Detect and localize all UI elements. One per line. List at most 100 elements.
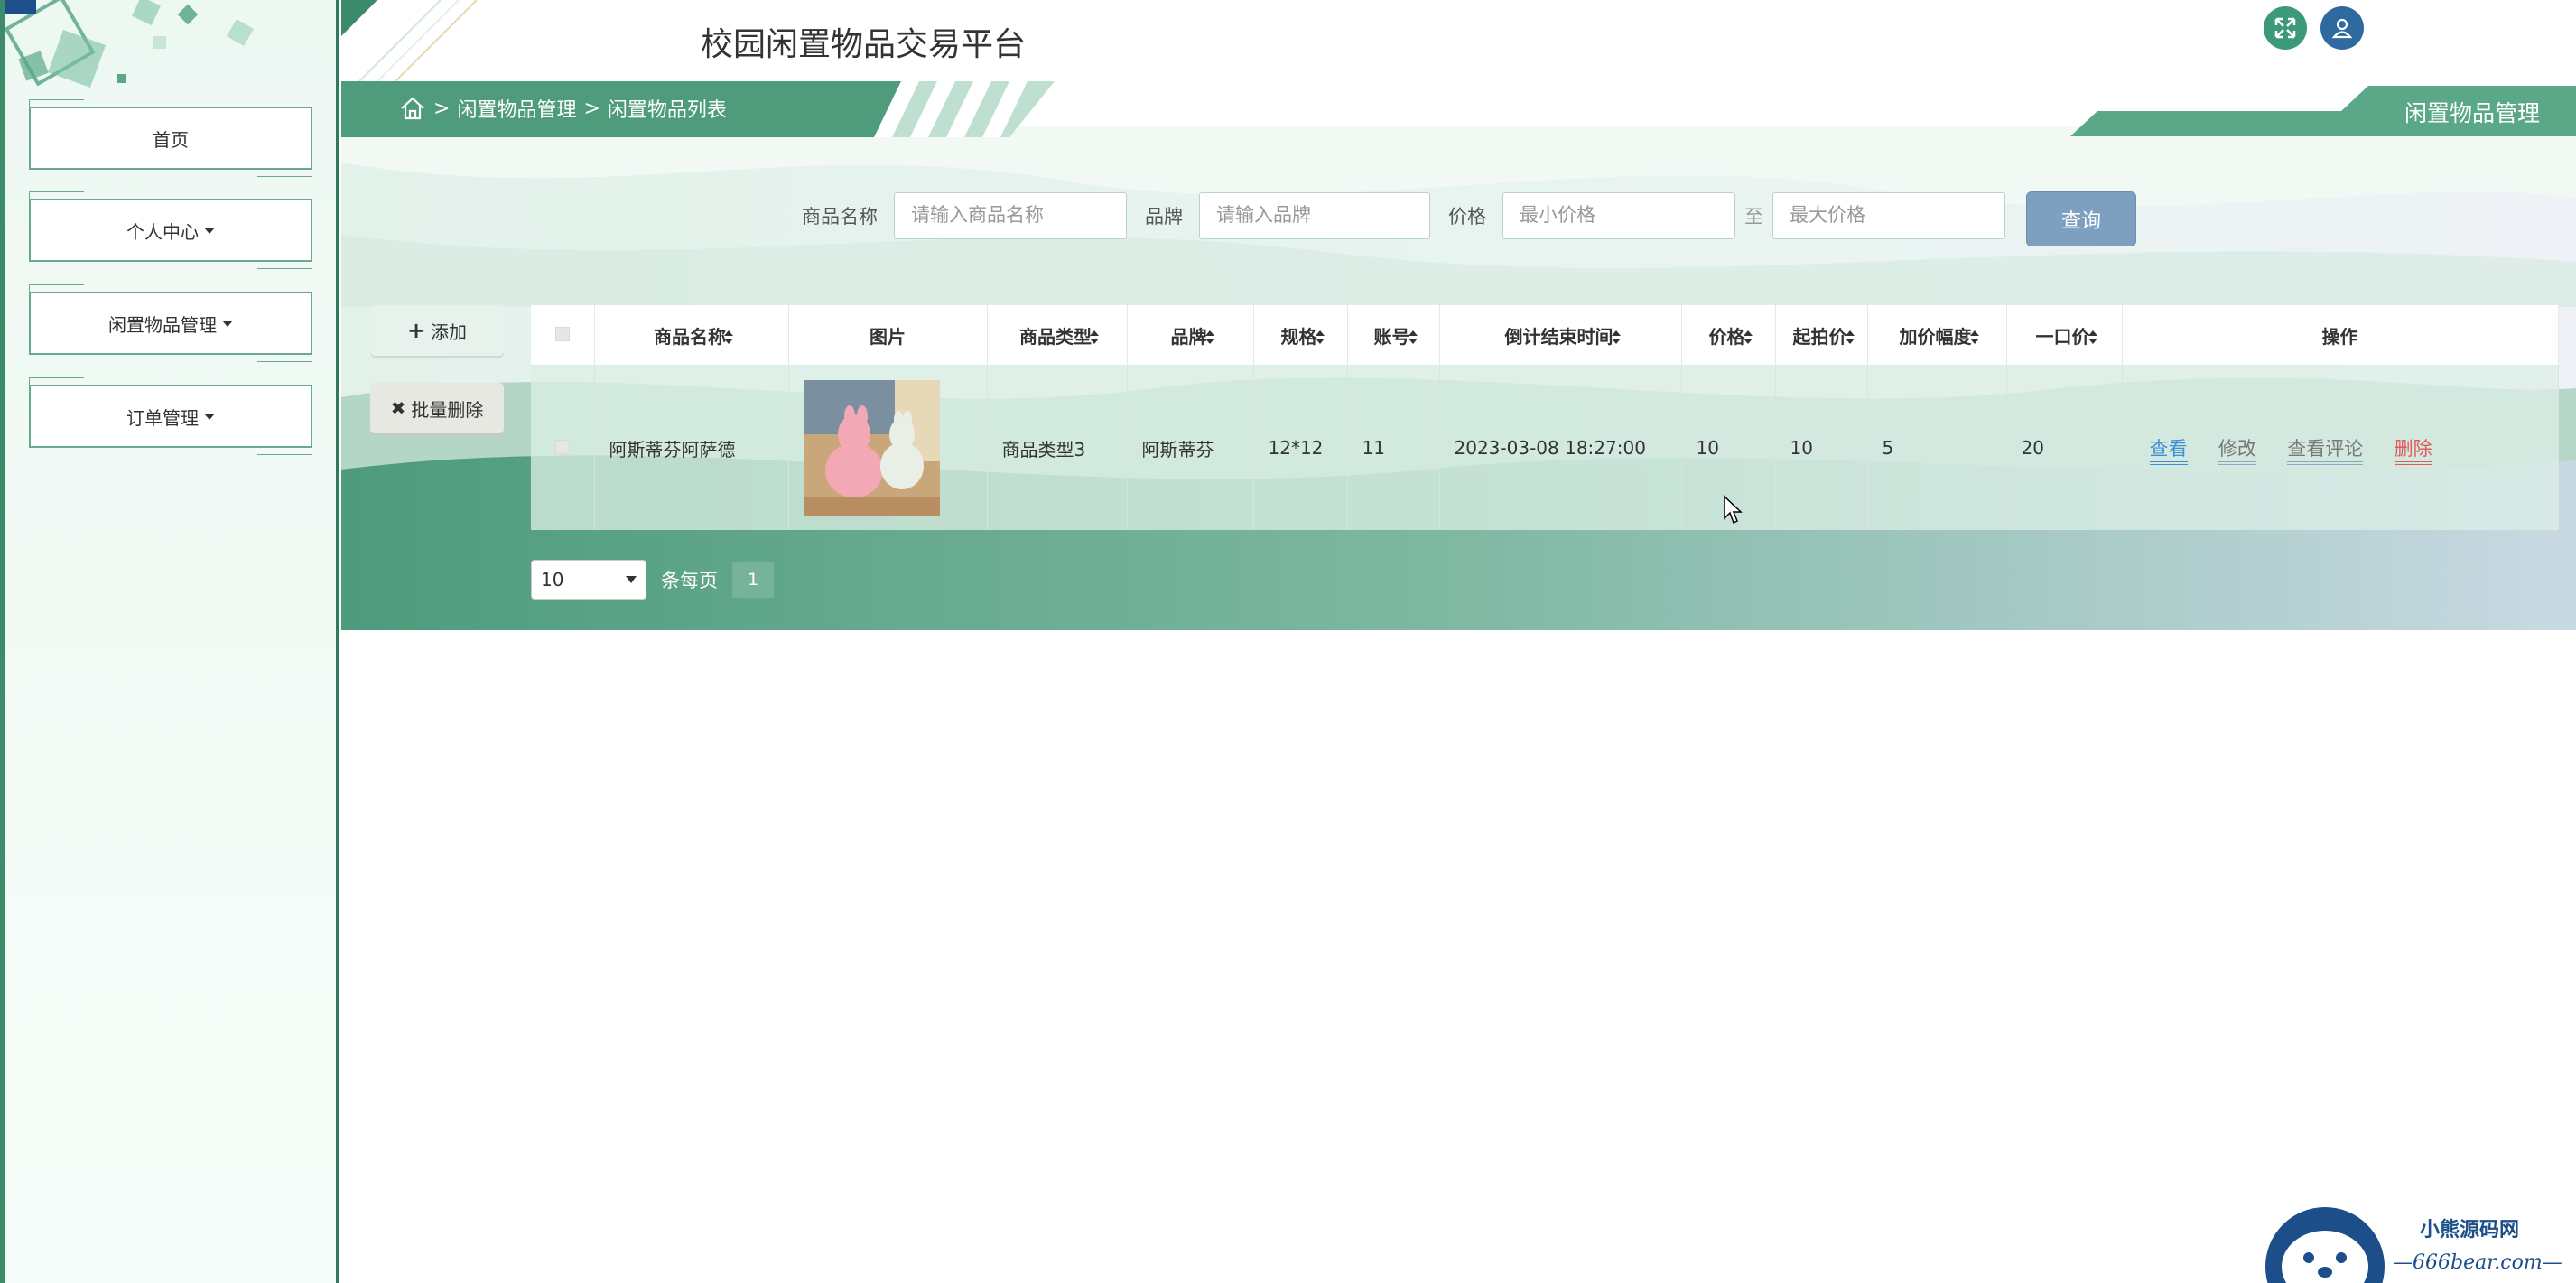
cell-image — [788, 365, 988, 530]
sidebar-item-label: 订单管理 — [126, 406, 199, 429]
delete-link[interactable]: 删除 — [2394, 438, 2432, 465]
brand-label: 品牌 — [1145, 206, 1183, 228]
col-header-account[interactable]: 账号 — [1347, 305, 1440, 366]
col-header-image: 图片 — [788, 305, 988, 366]
col-header-actions: 操作 — [2122, 305, 2559, 366]
user-icon — [2331, 18, 2353, 39]
header-label: 倒计结束时间 — [1504, 325, 1613, 348]
section-tab: 闲置物品管理 — [2404, 100, 2540, 126]
cell-account: 11 — [1347, 365, 1440, 530]
query-button[interactable]: 查询 — [2026, 191, 2136, 246]
plus-icon: + — [406, 318, 426, 343]
cell-start-price: 10 — [1775, 365, 1868, 530]
breadcrumb: > 闲置物品管理 > 闲置物品列表 — [399, 88, 727, 128]
page-size-value: 10 — [541, 569, 564, 590]
header-label: 价格 — [1708, 325, 1745, 348]
breadcrumb-separator: > — [583, 97, 600, 120]
breadcrumb-separator: > — [433, 97, 451, 120]
sidebar-divider — [336, 0, 339, 1283]
sidebar-item-label: 首页 — [153, 128, 189, 151]
sidebar-item-orders[interactable]: 订单管理 — [29, 377, 312, 455]
product-name-label: 商品名称 — [802, 206, 878, 228]
sidebar-item-idle-goods[interactable]: 闲置物品管理 — [29, 284, 312, 362]
brand-input[interactable] — [1199, 192, 1430, 239]
header-decoration — [341, 0, 478, 81]
table-header-row: 商品名称 图片 商品类型 品牌 规格 账号 倒计结束时间 价格 起拍价 加价幅度… — [531, 305, 2559, 366]
per-page-label: 条每页 — [661, 570, 718, 591]
col-header-spec[interactable]: 规格 — [1253, 305, 1348, 366]
breadcrumb-item-idle-goods[interactable]: 闲置物品管理 — [457, 94, 576, 123]
sidebar-item-label: 闲置物品管理 — [108, 313, 217, 336]
caret-down-icon — [204, 413, 215, 420]
view-comments-link[interactable]: 查看评论 — [2287, 438, 2364, 465]
sidebar-item-profile[interactable]: 个人中心 — [29, 191, 312, 269]
min-price-input[interactable] — [1502, 192, 1735, 239]
row-select-cell — [531, 365, 595, 530]
site-title: 校园闲置物品交易平台 — [701, 26, 1027, 63]
cell-brand: 阿斯蒂芬 — [1127, 365, 1254, 530]
caret-down-icon — [204, 227, 215, 234]
header-label: 一口价 — [2035, 325, 2090, 348]
watermark-title: 小熊源码网 — [2420, 1218, 2520, 1241]
max-price-input[interactable] — [1772, 192, 2005, 239]
sidebar-item-home[interactable]: 首页 — [29, 99, 312, 177]
chevron-down-icon — [626, 576, 637, 583]
close-icon: ✖ — [390, 397, 406, 419]
product-name-input[interactable] — [894, 192, 1127, 239]
header-label: 起拍价 — [1792, 325, 1847, 348]
header-label: 品牌 — [1170, 325, 1207, 348]
breadcrumb-item-list: 闲置物品列表 — [607, 99, 727, 122]
table-row: 阿斯蒂芬阿萨德 商品类型3 阿斯蒂芬 12*12 11 2023-03-08 1… — [531, 365, 2559, 530]
header-label: 商品名称 — [654, 325, 726, 348]
price-to-label: 至 — [1744, 206, 1763, 228]
cell-name: 阿斯蒂芬阿萨德 — [594, 365, 789, 530]
expand-icon — [2274, 17, 2296, 39]
home-icon[interactable] — [399, 96, 426, 121]
cell-increment: 5 — [1867, 365, 2007, 530]
page-number-current[interactable]: 1 — [732, 562, 774, 598]
cell-buyout: 20 — [2006, 365, 2123, 530]
col-header-increment[interactable]: 加价幅度 — [1867, 305, 2007, 366]
cell-type: 商品类型3 — [987, 365, 1128, 530]
sidebar-item-label: 个人中心 — [126, 220, 199, 243]
header-label: 商品类型 — [1019, 325, 1092, 348]
select-all-header — [531, 305, 595, 366]
pagination: 10 条每页 1 — [531, 560, 774, 600]
cell-actions: 查看 修改 查看评论 删除 — [2122, 365, 2559, 530]
col-header-start-price[interactable]: 起拍价 — [1775, 305, 1868, 366]
price-label: 价格 — [1448, 206, 1486, 228]
header-label: 规格 — [1280, 325, 1317, 348]
col-header-end-time[interactable]: 倒计结束时间 — [1439, 305, 1682, 366]
col-header-type[interactable]: 商品类型 — [987, 305, 1128, 366]
top-header: 校园闲置物品交易平台 — [341, 0, 2576, 81]
mouse-cursor-icon — [1724, 495, 1743, 525]
select-all-checkbox[interactable] — [554, 327, 570, 341]
caret-down-icon — [222, 320, 233, 327]
add-button[interactable]: + 添加 — [370, 305, 504, 356]
user-button[interactable] — [2320, 6, 2364, 50]
goods-table: 商品名称 图片 商品类型 品牌 规格 账号 倒计结束时间 价格 起拍价 加价幅度… — [531, 305, 2559, 530]
watermark-url: —666bear.com— — [2393, 1251, 2562, 1274]
fullscreen-button[interactable] — [2264, 6, 2307, 50]
sidebar-left-border — [0, 0, 5, 1283]
search-price-group: 价格 至 — [1448, 192, 2005, 239]
cell-end-time: 2023-03-08 18:27:00 — [1439, 365, 1682, 530]
header-label: 操作 — [2321, 325, 2358, 348]
search-brand-group: 品牌 — [1145, 192, 1430, 239]
header-label: 加价幅度 — [1899, 325, 1972, 348]
batch-delete-label: 批量删除 — [411, 398, 484, 421]
batch-delete-button[interactable]: ✖ 批量删除 — [370, 383, 504, 433]
bear-logo-icon — [2265, 1207, 2385, 1283]
search-name-group: 商品名称 — [802, 192, 1127, 239]
view-link[interactable]: 查看 — [2149, 438, 2188, 465]
row-checkbox[interactable] — [554, 440, 570, 454]
page-size-select[interactable]: 10 — [531, 560, 646, 600]
cell-spec: 12*12 — [1253, 365, 1348, 530]
col-header-brand[interactable]: 品牌 — [1127, 305, 1254, 366]
add-label: 添加 — [431, 321, 468, 343]
col-header-name[interactable]: 商品名称 — [594, 305, 789, 366]
col-header-buyout[interactable]: 一口价 — [2006, 305, 2123, 366]
edit-link[interactable]: 修改 — [2218, 438, 2256, 465]
col-header-price[interactable]: 价格 — [1681, 305, 1776, 366]
product-image[interactable] — [804, 380, 940, 516]
